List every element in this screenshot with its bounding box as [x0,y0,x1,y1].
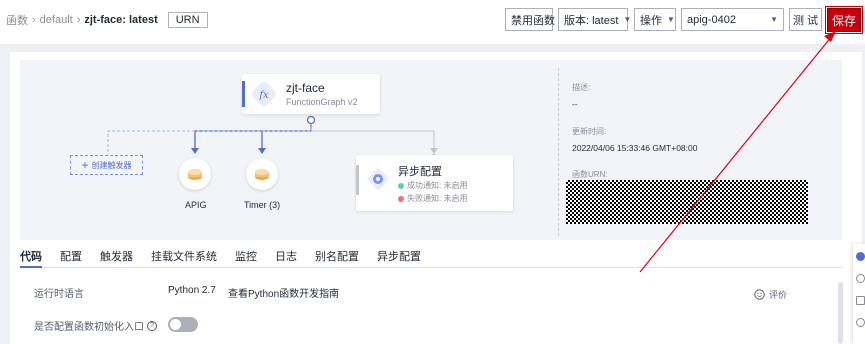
connector-create-trigger [107,122,312,155]
arrowhead-icon [258,148,266,154]
updated-time-label: 更新时间: [572,127,607,136]
tab-monitoring[interactable]: 监控 [235,244,257,267]
async-config-node[interactable]: 异步配置 成功通知: 未启用 失败通知: 未启用 [356,155,513,211]
trigger-apig-node[interactable] [179,158,211,190]
tab-logs[interactable]: 日志 [275,244,297,267]
right-float-toolbar [853,244,865,344]
timer-icon [255,169,269,180]
function-urn-label: 函数URN: [572,170,608,179]
node-accent-bar [356,165,359,195]
init-entry-label: 是否配置函数初始化入口 [34,322,144,333]
create-trigger-label: 创建触发器 [91,160,132,170]
tab-aliases[interactable]: 别名配置 [315,244,359,267]
trigger-timer-node[interactable] [246,158,278,190]
toggle-knob [170,319,181,330]
plus-icon: + [81,158,89,172]
node-accent-bar [242,81,245,107]
tab-code[interactable]: 代码 [20,244,42,268]
description-value: -- [572,99,578,109]
python-guide-link[interactable]: 查看Python函数开发指南 [228,285,339,300]
settings-icon[interactable] [856,318,865,327]
init-entry-toggle[interactable] [168,317,198,332]
async-failure-row: 失败通知: 未启用 [398,193,467,204]
apig-icon [188,169,202,180]
arrowhead-icon [430,148,438,154]
connector-port[interactable] [306,115,316,125]
tab-triggers[interactable]: 触发器 [100,244,133,267]
status-dot-failure [398,195,404,202]
function-name: zjt-face [286,81,325,95]
async-success-text: 成功通知: 未启用 [407,181,468,190]
tab-async-config[interactable]: 异步配置 [377,244,421,267]
tab-file-system[interactable]: 挂载文件系统 [151,244,217,267]
doc-icon[interactable] [856,296,865,305]
help-icon[interactable]: ? [147,320,157,331]
init-entry-row: 是否配置函数初始化入口 ? [34,318,157,333]
trigger-apig-label: APIG [185,200,207,210]
feedback-icon[interactable] [856,274,865,283]
updated-time-value: 2022/04/06 15:33:46 GMT+08:00 [572,143,698,153]
service-icon[interactable] [856,252,865,261]
function-node[interactable]: fx zjt-face FunctionGraph v2 [242,74,380,114]
arrowhead-icon [191,148,199,154]
connector-async [311,130,435,150]
info-divider [558,68,559,236]
async-config-title: 异步配置 [398,166,442,178]
description-label: 描述: [572,83,591,92]
async-success-row: 成功通知: 未启用 [398,180,467,191]
function-type: FunctionGraph v2 [286,97,358,107]
async-config-icon [367,168,389,190]
rate-label: 评价 [769,290,788,300]
trigger-timer-label: Timer (3) [244,200,281,210]
status-dot-success [398,182,404,189]
function-urn-redacted [566,180,808,224]
create-trigger-button[interactable]: + 创建触发器 [70,155,143,175]
runtime-value: Python 2.7 [168,285,216,296]
runtime-label: 运行时语言 [34,289,84,300]
tab-config[interactable]: 配置 [60,244,82,267]
svg-text:fx: fx [258,90,269,101]
connector-apig [194,122,312,150]
function-fx-icon: fx [252,82,276,106]
content-scrollbar[interactable] [838,282,843,344]
async-failure-text: 失败通知: 未启用 [407,194,468,203]
detail-tabs: 代码 配置 触发器 挂载文件系统 监控 日志 别名配置 异步配置 [20,244,842,268]
smiley-icon [754,289,765,300]
rate-button[interactable]: 评价 [754,288,787,301]
